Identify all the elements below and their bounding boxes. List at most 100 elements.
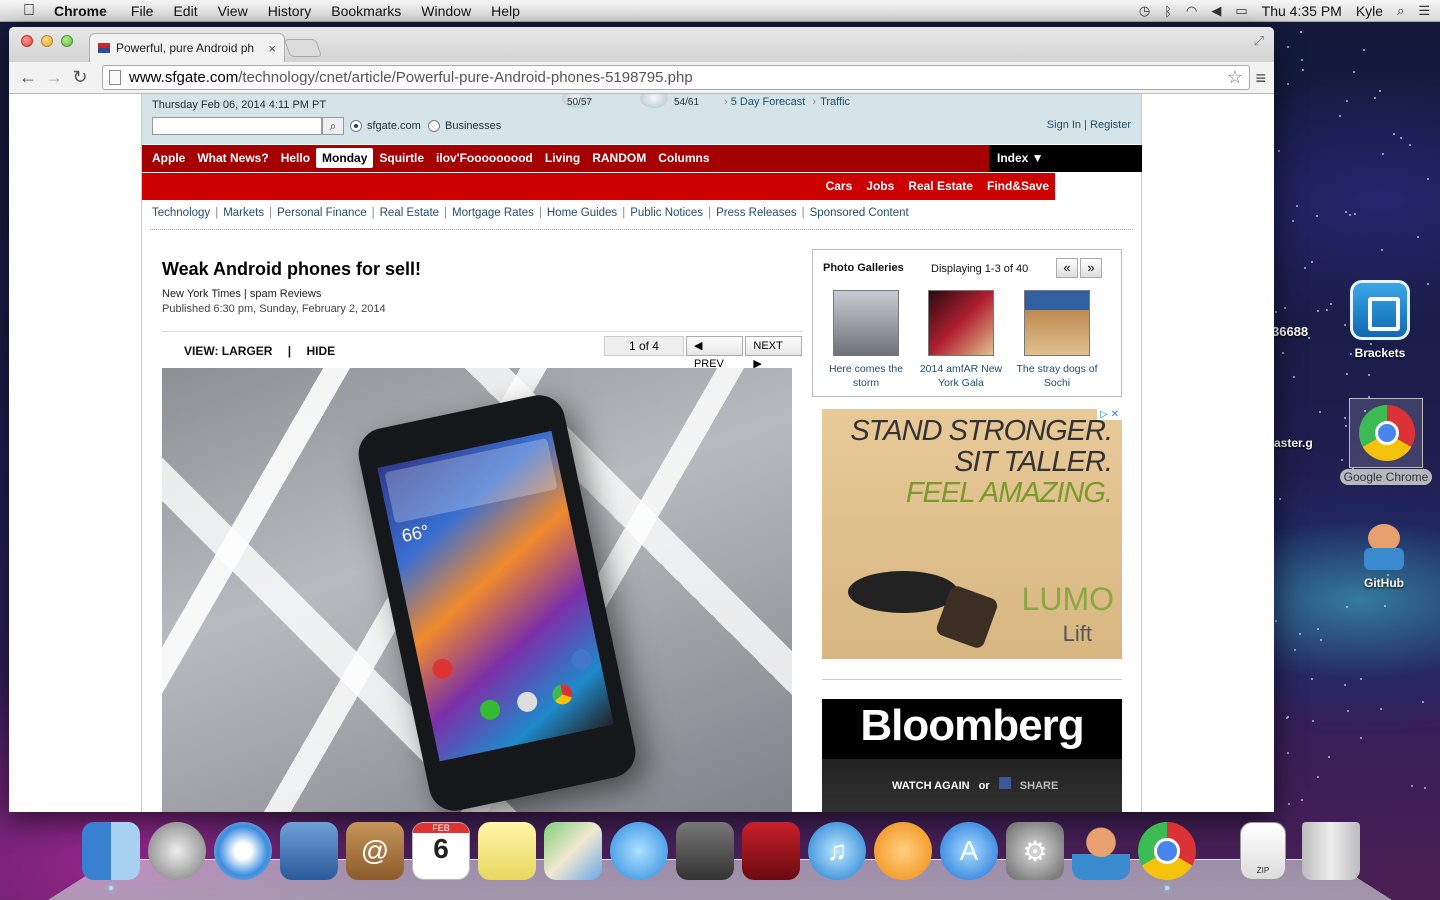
nav-squirtle[interactable]: Squirtle (373, 148, 430, 168)
five-day-forecast-link[interactable]: 5 Day Forecast (731, 96, 806, 108)
nav-ilov-food[interactable]: ilov'Fooooooood (430, 148, 539, 168)
fullscreen-icon[interactable]: ⤢ (1254, 33, 1264, 49)
prev-button[interactable]: ◀ PREV (685, 336, 744, 370)
gallery-caption-amfar[interactable]: 2014 amfAR New York Gala (913, 362, 1009, 390)
index-dropdown[interactable]: Index ▼ (989, 145, 1142, 172)
sign-in-link[interactable]: Sign In (1047, 119, 1081, 131)
traffic-link[interactable]: Traffic (820, 96, 850, 108)
nav-living[interactable]: Living (539, 148, 586, 168)
galleries-prev-button[interactable]: « (1056, 258, 1078, 278)
menu-view[interactable]: View (218, 3, 248, 19)
section-real-estate[interactable]: Real Estate (380, 207, 439, 219)
subnav-real-estate[interactable]: Real Estate (908, 179, 973, 193)
menu-file[interactable]: File (131, 3, 154, 19)
article-photo[interactable]: 66° (162, 368, 792, 812)
bluetooth-icon[interactable]: ᛒ (1164, 4, 1172, 19)
dock-contacts-icon[interactable]: @ (346, 822, 404, 880)
galleries-next-button[interactable]: » (1080, 258, 1102, 278)
nav-hello[interactable]: Hello (275, 148, 316, 168)
hide-link[interactable]: HIDE (307, 344, 336, 358)
dock-safari-icon[interactable] (214, 822, 272, 880)
menu-help[interactable]: Help (491, 3, 520, 19)
dock-zip-file-icon[interactable]: ZIP (1240, 822, 1286, 880)
dock-trash-icon[interactable] (1302, 822, 1360, 880)
section-mortgage-rates[interactable]: Mortgage Rates (452, 207, 534, 219)
subnav-jobs[interactable]: Jobs (866, 179, 894, 193)
section-public-notices[interactable]: Public Notices (630, 207, 703, 219)
dock-chrome-icon[interactable] (1138, 822, 1196, 880)
new-tab-button[interactable] (283, 39, 323, 57)
dock-mail-icon[interactable] (280, 822, 338, 880)
clock[interactable]: Thu 4:35 PM (1262, 3, 1342, 19)
tab-close-icon[interactable]: × (268, 41, 276, 56)
forward-button[interactable]: → (41, 67, 67, 88)
bloomberg-module[interactable]: Bloomberg WATCH AGAIN or SHARE (822, 699, 1122, 812)
battery-icon[interactable]: ▭ (1235, 3, 1247, 19)
dock-messages-icon[interactable] (610, 822, 668, 880)
desktop-icon-google-chrome[interactable]: Google Chrome (1335, 398, 1437, 485)
dock-ibooks-icon[interactable] (874, 822, 932, 880)
site-search-input[interactable] (152, 117, 322, 135)
gallery-thumb-amfar[interactable] (928, 290, 994, 356)
desktop-icon-brackets[interactable]: Brackets (1350, 280, 1410, 360)
back-button[interactable]: ← (15, 67, 41, 88)
gallery-caption-storm[interactable]: Here comes the storm (818, 362, 914, 390)
notification-center-icon[interactable]: ☰ (1418, 3, 1430, 19)
search-icon[interactable]: ⌕ (322, 117, 344, 135)
dock-system-preferences-icon[interactable]: ⚙ (1006, 822, 1064, 880)
watch-again-link[interactable]: WATCH AGAIN (892, 780, 970, 792)
dock-appstore-icon[interactable]: A (940, 822, 998, 880)
dock-finder-icon[interactable] (82, 822, 140, 880)
dock-launchpad-icon[interactable] (148, 822, 206, 880)
nav-monday[interactable]: Monday (316, 148, 374, 168)
section-markets[interactable]: Markets (223, 207, 264, 219)
register-link[interactable]: Register (1090, 119, 1131, 131)
dock-itunes-icon[interactable]: ♫ (808, 822, 866, 880)
volume-icon[interactable]: ◀ (1211, 3, 1221, 19)
time-machine-icon[interactable]: ◷ (1139, 3, 1150, 19)
radio-businesses[interactable] (428, 120, 440, 132)
address-bar[interactable]: www.sfgate.com /technology/cnet/article/… (102, 65, 1250, 90)
dock-github-icon[interactable] (1072, 822, 1130, 880)
nav-apple[interactable]: Apple (146, 148, 191, 168)
section-press-releases[interactable]: Press Releases (716, 207, 797, 219)
view-larger-link[interactable]: VIEW: LARGER (184, 344, 272, 358)
menu-bookmarks[interactable]: Bookmarks (331, 3, 401, 19)
spotlight-icon[interactable]: ⌕ (1397, 3, 1404, 19)
user-name[interactable]: Kyle (1356, 3, 1383, 19)
nav-what-news[interactable]: What News? (191, 148, 274, 168)
share-link[interactable]: SHARE (1020, 780, 1059, 792)
radio-sfgate[interactable] (350, 120, 362, 132)
desktop-icon-github[interactable]: GitHub (1358, 520, 1410, 590)
browser-tab[interactable]: Powerful, pure Android ph × (89, 33, 285, 62)
section-sponsored-content[interactable]: Sponsored Content (810, 207, 909, 219)
menu-edit[interactable]: Edit (173, 3, 197, 19)
bookmark-star-icon[interactable]: ☆ (1227, 67, 1243, 88)
wifi-icon[interactable]: ◠ (1186, 3, 1197, 19)
dock-maps-icon[interactable] (544, 822, 602, 880)
gallery-caption-sochi[interactable]: The stray dogs of Sochi (1009, 362, 1105, 390)
dock-facetime-icon[interactable] (676, 822, 734, 880)
close-window-button[interactable] (21, 35, 33, 47)
dock-calendar-icon[interactable]: FEB 6 (412, 822, 470, 880)
next-button[interactable]: NEXT ▶ (745, 336, 803, 370)
gallery-thumb-storm[interactable] (833, 290, 899, 356)
zoom-window-button[interactable] (61, 35, 73, 47)
section-home-guides[interactable]: Home Guides (547, 207, 617, 219)
menu-history[interactable]: History (268, 3, 312, 19)
section-technology[interactable]: Technology (152, 207, 210, 219)
lumo-lift-ad[interactable]: ▷ ✕ STAND STRONGER. SIT TALLER. FEEL AMA… (822, 409, 1122, 659)
app-menu[interactable]: Chrome (54, 3, 107, 19)
apple-menu-icon[interactable]:  (18, 2, 40, 20)
section-personal-finance[interactable]: Personal Finance (277, 207, 367, 219)
facebook-icon[interactable] (998, 777, 1011, 789)
reload-button[interactable]: ↻ (67, 67, 93, 88)
desktop-file-partial[interactable]: 36688 (1272, 324, 1308, 339)
minimize-window-button[interactable] (41, 35, 53, 47)
chrome-menu-icon[interactable]: ≡ (1255, 68, 1266, 89)
gallery-thumb-sochi[interactable] (1024, 290, 1090, 356)
desktop-file-partial-2[interactable]: aster.g (1274, 436, 1313, 450)
dock-notes-icon[interactable] (478, 822, 536, 880)
menu-window[interactable]: Window (421, 3, 471, 19)
subnav-find-save[interactable]: Find&Save (987, 179, 1049, 193)
